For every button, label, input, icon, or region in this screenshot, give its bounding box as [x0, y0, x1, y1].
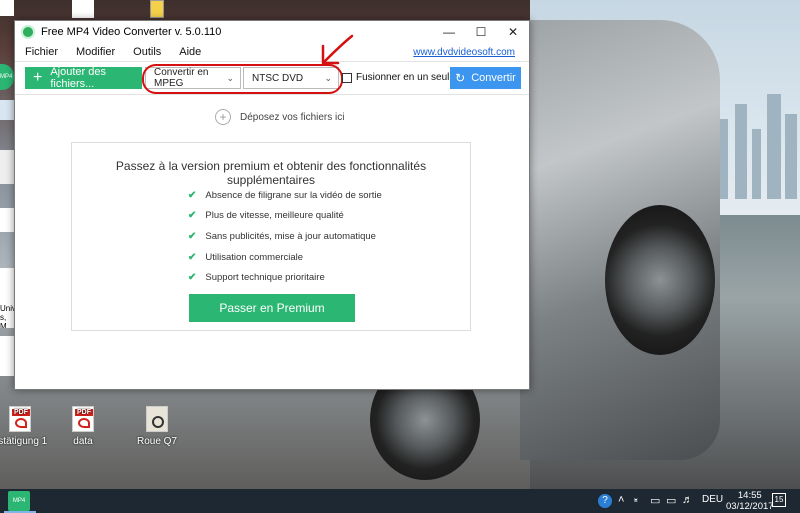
taskbar-app-mp4-converter[interactable]: MP4 — [8, 491, 30, 511]
website-link[interactable]: www.dvdvideosoft.com — [413, 47, 515, 58]
minimize-button[interactable]: — — [433, 21, 465, 43]
desktop-icon-partial[interactable] — [0, 336, 14, 376]
convert-label: Convertir — [471, 72, 516, 84]
feature-text: Absence de filigrane sur la vidéo de sor… — [205, 189, 382, 201]
desktop-icon-partial[interactable] — [0, 150, 14, 184]
feature-text: Support technique prioritaire — [205, 272, 325, 284]
title-bar[interactable]: Free MP4 Video Converter v. 5.0.110 — ☐ … — [15, 21, 529, 43]
wallpaper-building — [785, 114, 797, 199]
network-icon[interactable]: ▭ — [666, 494, 676, 507]
app-window: Free MP4 Video Converter v. 5.0.110 — ☐ … — [14, 20, 530, 390]
feature-item: ✔ Plus de vitesse, meilleure qualité — [188, 206, 382, 227]
plus-circle-icon: + — [215, 109, 231, 125]
pdf-icon: PDF — [72, 406, 94, 432]
desktop-icon-label: estätigung 1 — [0, 436, 48, 447]
menu-fichier[interactable]: Fichier — [25, 46, 58, 58]
convert-button[interactable]: ↻ Convertir — [450, 67, 521, 89]
feature-item: ✔ Utilisation commerciale — [188, 247, 382, 268]
chevron-up-icon[interactable]: ˄ — [618, 494, 624, 506]
desktop-icon-mp4-converter[interactable]: MP4 — [0, 64, 14, 90]
window-title: Free MP4 Video Converter v. 5.0.110 — [41, 26, 222, 38]
desktop-icon-image[interactable]: Roue Q7 — [127, 406, 187, 447]
menu-aide[interactable]: Aide — [179, 46, 201, 58]
feature-text: Utilisation commerciale — [205, 251, 304, 263]
taskbar: MP4 ? ˄ ⏓ ▭ ▭ ♬ DEU 14:55 03/12/2017 15 — [0, 489, 800, 513]
clock-time: 14:55 — [737, 490, 762, 501]
plus-icon: + — [33, 69, 43, 86]
feature-text: Sans publicités, mise à jour automatique — [205, 230, 376, 242]
drop-zone-label: Déposez vos fichiers ici — [240, 111, 345, 123]
add-files-label: Ajouter des fichiers... — [50, 66, 106, 90]
add-files-button[interactable]: + Ajouter des fichiers... — [25, 66, 142, 90]
desktop-icon-partial[interactable] — [0, 0, 14, 16]
desktop-icon-label: data — [73, 436, 93, 447]
desktop-icon-pdf[interactable]: PDF data — [53, 406, 113, 447]
desktop-icon-partial[interactable] — [150, 0, 164, 18]
image-file-icon — [146, 406, 168, 432]
maximize-button[interactable]: ☐ — [465, 21, 497, 43]
feature-item: ✔ Support technique prioritaire — [188, 267, 382, 288]
pdf-icon: PDF — [9, 406, 31, 432]
check-icon: ✔ — [188, 251, 197, 263]
desktop-icon-partial[interactable]: Unive s, M — [0, 268, 14, 328]
notification-center-icon[interactable]: 15 — [772, 493, 786, 507]
desktop-icon-pdf[interactable]: PDF estätigung 1 — [0, 406, 50, 447]
desktop-icon-label: Roue Q7 — [136, 436, 178, 447]
wallpaper-building — [752, 129, 761, 199]
wallpaper-building — [767, 94, 781, 199]
desktop-icon-partial[interactable] — [72, 0, 94, 18]
desktop-icon-partial[interactable] — [0, 208, 14, 232]
clock-date: 03/12/2017 — [726, 501, 774, 512]
menu-bar: Fichier Modifier Outils Aide www.dvdvide… — [15, 43, 529, 61]
speaker-icon[interactable]: ♬ — [682, 494, 693, 506]
premium-title: Passez à la version premium et obtenir d… — [115, 159, 427, 187]
toolbar: + Ajouter des fichiers... Convertir en M… — [15, 61, 529, 95]
desktop-icon-label: s, M — [0, 313, 7, 328]
feature-text: Plus de vitesse, meilleure qualité — [205, 210, 344, 222]
check-icon: ✔ — [188, 272, 197, 284]
language-indicator[interactable]: DEU — [702, 494, 723, 505]
check-icon: ✔ — [188, 189, 197, 201]
annotation-highlight-ellipse — [142, 64, 343, 94]
checkbox-icon — [342, 72, 352, 83]
help-icon[interactable]: ? — [598, 494, 612, 508]
wallpaper-wheel — [605, 205, 715, 355]
feature-item: ✔ Absence de filigrane sur la vidéo de so… — [188, 185, 382, 206]
monitor-icon[interactable]: ▭ — [650, 494, 660, 507]
app-logo-icon — [21, 25, 35, 39]
sync-icon: ↻ — [455, 71, 466, 85]
check-icon: ✔ — [188, 230, 197, 242]
check-icon: ✔ — [188, 210, 197, 222]
premium-panel: Passez à la version premium et obtenir d… — [71, 142, 471, 331]
drop-zone[interactable]: + Déposez vos fichiers ici — [215, 109, 344, 125]
annotation-arrow-icon — [321, 34, 354, 65]
feature-list: ✔ Absence de filigrane sur la vidéo de so… — [188, 185, 382, 288]
desktop-icon-label: Unive — [0, 304, 14, 313]
desktop-icon-partial[interactable] — [0, 100, 14, 120]
close-button[interactable]: ✕ — [497, 21, 529, 43]
wallpaper-building — [735, 104, 747, 199]
upgrade-premium-button[interactable]: Passer en Premium — [189, 294, 355, 322]
feature-item: ✔ Sans publicités, mise à jour automatiqu… — [188, 226, 382, 247]
menu-modifier[interactable]: Modifier — [76, 46, 115, 58]
menu-outils[interactable]: Outils — [133, 46, 161, 58]
usb-icon[interactable]: ⏓ — [634, 494, 638, 507]
clock[interactable]: 14:55 03/12/2017 — [726, 490, 774, 512]
desktop-icon-label: MP4 — [0, 74, 13, 80]
